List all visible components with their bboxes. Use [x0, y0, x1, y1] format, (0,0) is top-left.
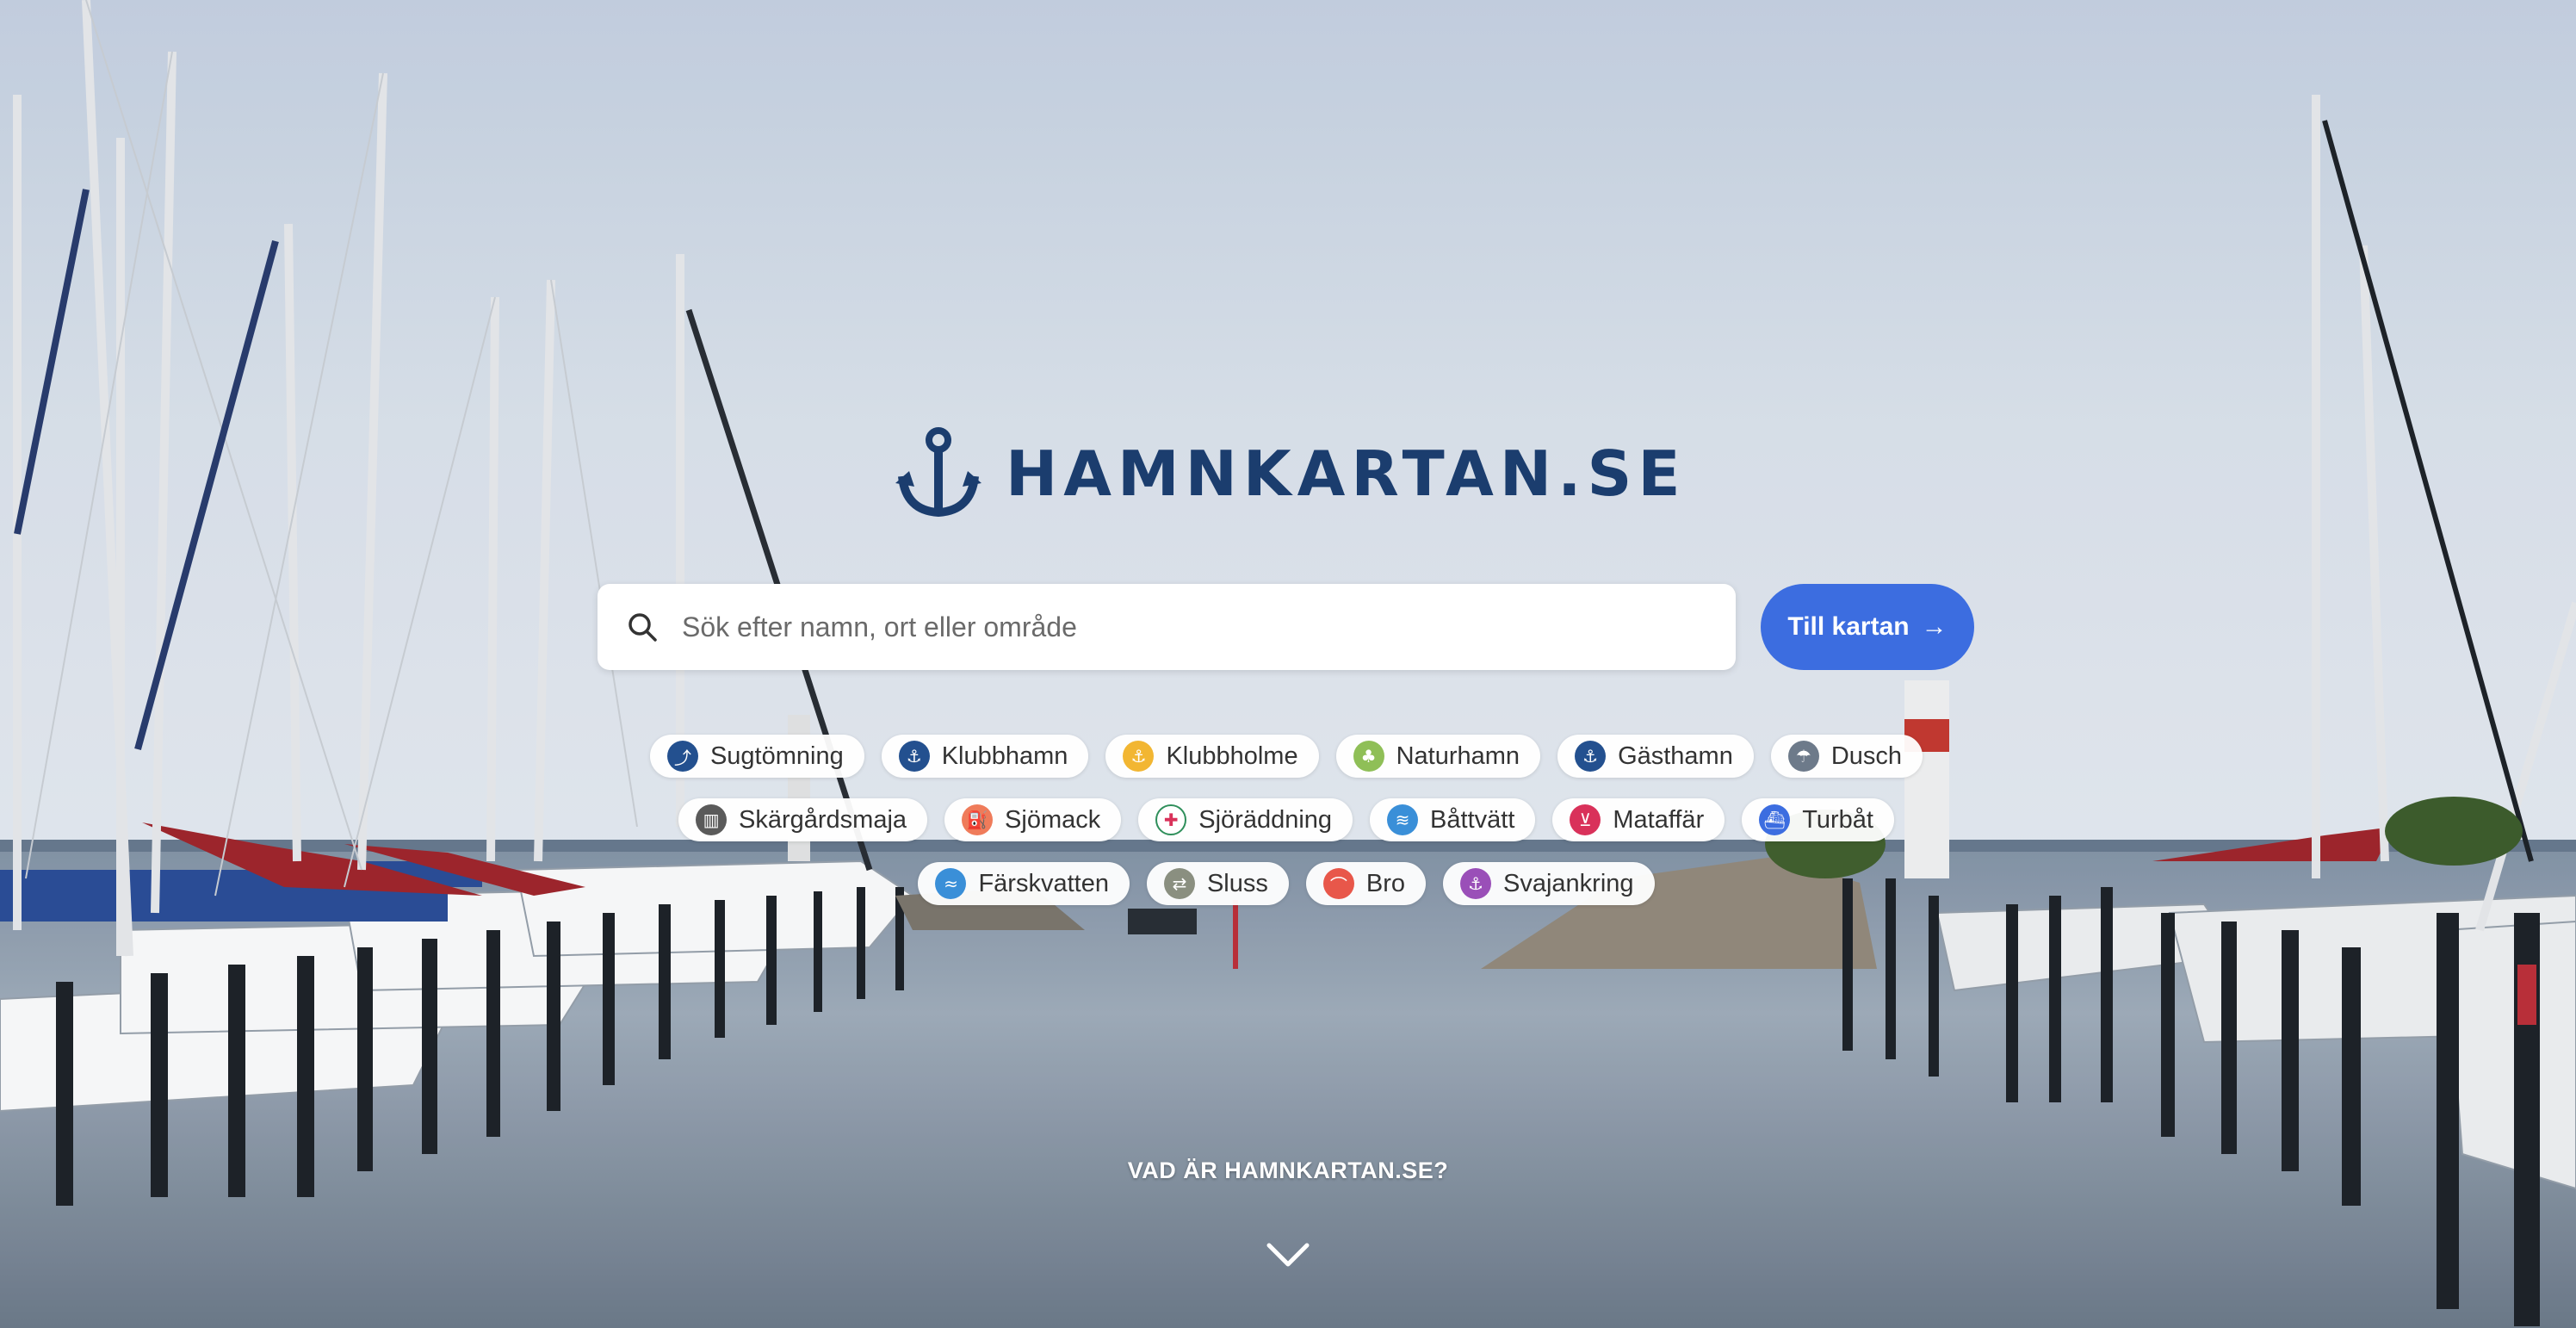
- to-map-button[interactable]: Till kartan →: [1761, 584, 1974, 670]
- ferry-icon: ⛴: [1759, 804, 1791, 835]
- pump-out-icon: ⤴: [666, 741, 698, 772]
- filter-chip-label: Båttvätt: [1430, 805, 1515, 834]
- anchor-icon: ⚓: [898, 741, 930, 772]
- hero-section: HAMNKARTAN.SE Till kartan → ⤴ Sugtömning ⚓…: [0, 0, 2576, 1328]
- filter-chip-label: Sjömack: [1005, 805, 1101, 834]
- filter-chip[interactable]: ⚓ Klubbholme: [1105, 735, 1319, 778]
- to-map-button-label: Till kartan: [1787, 612, 1910, 641]
- filter-chip[interactable]: ♣ Naturhamn: [1335, 735, 1541, 778]
- filter-chip-label: Skärgårdsmaja: [739, 805, 907, 834]
- trash-icon: ▥: [696, 804, 728, 835]
- filter-chip-row: ▥ Skärgårdsmaja ⛽ Sjömack ✚ Sjöräddning ≋ Båttv…: [598, 798, 1975, 841]
- cart-icon: ⊻: [1570, 804, 1601, 835]
- tree-icon: ♣: [1353, 741, 1384, 772]
- filter-chips: ⤴ Sugtömning ⚓ Klubbhamn ⚓ Klubbholme ♣ Naturha…: [598, 735, 1975, 926]
- shower-icon: ☂: [1787, 741, 1819, 772]
- about-link[interactable]: VAD ÄR HAMNKARTAN.SE?: [1030, 1157, 1546, 1184]
- filter-chip[interactable]: ⇄ Sluss: [1146, 862, 1289, 905]
- filter-chip-label: Naturhamn: [1396, 742, 1520, 770]
- filter-chip-row: ≈ Färskvatten ⇄ Sluss ⌒ Bro ⚓ Svajankring: [598, 862, 1975, 905]
- filter-chip-label: Sluss: [1206, 869, 1268, 897]
- filter-chip[interactable]: ⛽ Sjömack: [944, 798, 1122, 841]
- filter-chip[interactable]: ⌒ Bro: [1305, 862, 1427, 905]
- filter-chip-label: Svajankring: [1503, 869, 1634, 897]
- search-input[interactable]: [680, 600, 1700, 654]
- water-icon: ≈: [935, 868, 967, 899]
- filter-chip-label: Dusch: [1830, 742, 1903, 770]
- filter-chip-label: Klubbholme: [1166, 742, 1298, 770]
- bridge-icon: ⌒: [1322, 868, 1354, 899]
- brand-logo[interactable]: HAMNKARTAN.SE: [895, 422, 1687, 525]
- filter-chip-label: Sjöräddning: [1198, 805, 1333, 834]
- filter-chip-label: Sugtömning: [709, 742, 844, 770]
- filter-chip-label: Turbåt: [1802, 805, 1873, 834]
- filter-chip-label: Mataffär: [1613, 805, 1705, 834]
- filter-chip-label: Klubbhamn: [941, 742, 1068, 770]
- filter-chip[interactable]: ☂ Dusch: [1770, 735, 1923, 778]
- lifebuoy-icon: ✚: [1155, 804, 1187, 835]
- filter-chip[interactable]: ⚓ Gästhamn: [1557, 735, 1754, 778]
- filter-chip-label: Färskvatten: [978, 869, 1109, 897]
- brand-name: HAMNKARTAN.SE: [1006, 437, 1687, 510]
- anchor-logo-icon: [895, 427, 981, 518]
- filter-chip[interactable]: ⛴ Turbåt: [1742, 798, 1894, 841]
- filter-chip[interactable]: ≈ Färskvatten: [918, 862, 1130, 905]
- anchor-icon: ⚓: [1460, 868, 1492, 899]
- lock-icon: ⇄: [1163, 868, 1195, 899]
- filter-chip[interactable]: ⚓ Svajankring: [1443, 862, 1655, 905]
- filter-chip[interactable]: ▥ Skärgårdsmaja: [678, 798, 928, 841]
- filter-chip[interactable]: ⚓ Klubbhamn: [881, 735, 1089, 778]
- filter-chip-label: Gästhamn: [1618, 742, 1733, 770]
- boatwash-icon: ≋: [1387, 804, 1419, 835]
- anchor-icon: ⚓: [1123, 741, 1155, 772]
- filter-chip[interactable]: ✚ Sjöräddning: [1138, 798, 1353, 841]
- chevron-down-icon[interactable]: [1266, 1240, 1310, 1269]
- search-bar[interactable]: [598, 584, 1736, 670]
- filter-chip[interactable]: ⤴ Sugtömning: [649, 735, 864, 778]
- filter-chip[interactable]: ⊻ Mataffär: [1552, 798, 1725, 841]
- filter-chip[interactable]: ≋ Båttvätt: [1370, 798, 1536, 841]
- arrow-right-icon: →: [1921, 612, 1947, 641]
- search-icon: [629, 613, 657, 642]
- fuel-icon: ⛽: [962, 804, 994, 835]
- filter-chip-label: Bro: [1365, 869, 1406, 897]
- filter-chip-row: ⤴ Sugtömning ⚓ Klubbhamn ⚓ Klubbholme ♣ Naturha…: [598, 735, 1975, 778]
- anchor-icon: ⚓: [1575, 741, 1607, 772]
